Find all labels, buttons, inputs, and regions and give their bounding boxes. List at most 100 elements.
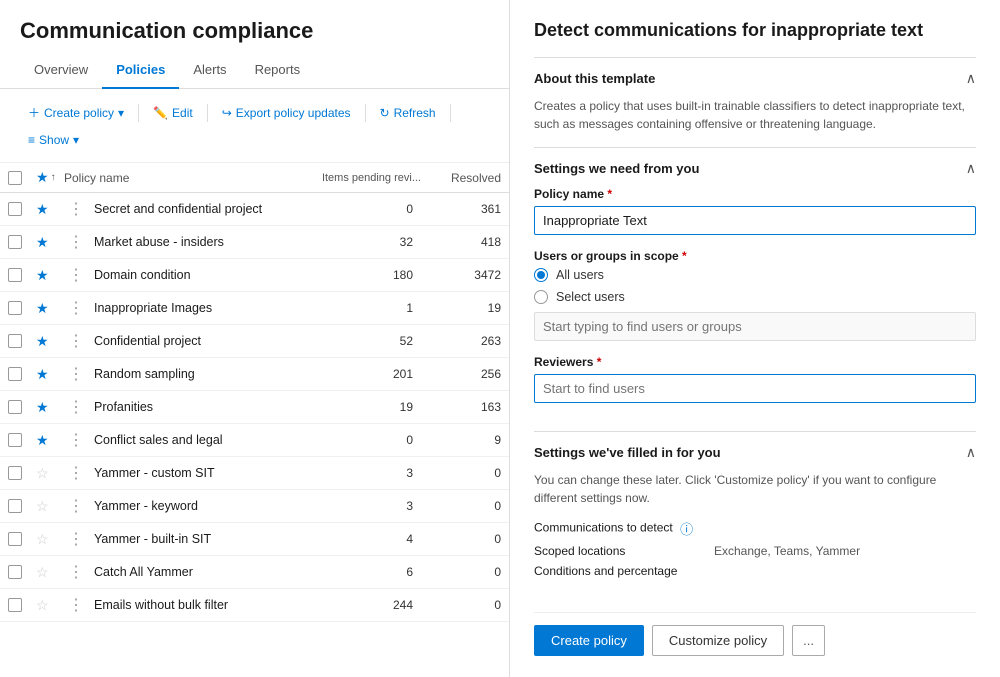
row-checkbox[interactable] <box>8 268 36 282</box>
required-marker-2: * <box>682 249 687 263</box>
row-checkbox[interactable] <box>8 202 36 216</box>
row-star[interactable]: ★ <box>36 234 64 251</box>
all-users-radio-circle[interactable] <box>534 268 548 282</box>
table-row[interactable]: ★ ⋮ Random sampling 201 256 <box>0 358 509 391</box>
star-empty-icon[interactable]: ☆ <box>36 465 49 481</box>
row-star[interactable]: ★ <box>36 267 64 284</box>
policy-name-header[interactable]: Policy name <box>64 171 291 185</box>
table-row[interactable]: ☆ ⋮ Yammer - built-in SIT 4 0 <box>0 523 509 556</box>
row-star[interactable]: ★ <box>36 432 64 449</box>
table-row[interactable]: ☆ ⋮ Yammer - keyword 3 0 <box>0 490 509 523</box>
tab-overview[interactable]: Overview <box>20 52 102 89</box>
create-policy-submit-button[interactable]: Create policy <box>534 625 644 656</box>
all-users-radio[interactable]: All users <box>534 268 976 282</box>
row-more-icon[interactable]: ⋮ <box>64 232 88 252</box>
row-checkbox[interactable] <box>8 367 36 381</box>
about-section-content: Creates a policy that uses built-in trai… <box>534 97 976 147</box>
refresh-button[interactable]: ↻ Refresh <box>372 101 444 125</box>
list-icon: ≡ <box>28 133 35 147</box>
policy-name-label: Policy name * <box>534 187 976 201</box>
row-checkbox[interactable] <box>8 334 36 348</box>
tab-alerts[interactable]: Alerts <box>179 52 240 89</box>
row-star[interactable]: ☆ <box>36 531 64 548</box>
row-more-icon[interactable]: ⋮ <box>64 595 88 615</box>
about-section-header[interactable]: About this template ∧ <box>534 58 976 97</box>
row-checkbox[interactable] <box>8 235 36 249</box>
star-empty-icon[interactable]: ☆ <box>36 564 49 580</box>
star-filled-icon[interactable]: ★ <box>36 201 49 217</box>
row-star[interactable]: ☆ <box>36 498 64 515</box>
table-row[interactable]: ☆ ⋮ Yammer - custom SIT 3 0 <box>0 457 509 490</box>
row-more-icon[interactable]: ⋮ <box>64 397 88 417</box>
star-filled-icon[interactable]: ★ <box>36 333 49 349</box>
star-sort-header[interactable]: ★ ↑ <box>36 169 64 186</box>
star-filled-icon[interactable]: ★ <box>36 300 49 316</box>
table-row[interactable]: ★ ⋮ Confidential project 52 263 <box>0 325 509 358</box>
row-star[interactable]: ★ <box>36 399 64 416</box>
customize-policy-button[interactable]: Customize policy <box>652 625 784 656</box>
row-star[interactable]: ☆ <box>36 597 64 614</box>
select-all-checkbox[interactable] <box>8 171 36 185</box>
tab-reports[interactable]: Reports <box>241 52 315 89</box>
table-row[interactable]: ★ ⋮ Conflict sales and legal 0 9 <box>0 424 509 457</box>
row-checkbox[interactable] <box>8 400 36 414</box>
row-more-icon[interactable]: ⋮ <box>64 265 88 285</box>
create-policy-button[interactable]: ＋ Create policy ▾ <box>20 99 132 126</box>
more-options-button[interactable]: ... <box>792 625 825 656</box>
star-empty-icon[interactable]: ☆ <box>36 531 49 547</box>
row-star[interactable]: ★ <box>36 300 64 317</box>
policy-name-input[interactable] <box>534 206 976 235</box>
row-checkbox[interactable] <box>8 466 36 480</box>
row-more-icon[interactable]: ⋮ <box>64 496 88 516</box>
row-more-icon[interactable]: ⋮ <box>64 463 88 483</box>
table-row[interactable]: ★ ⋮ Domain condition 180 3472 <box>0 259 509 292</box>
table-row[interactable]: ☆ ⋮ Catch All Yammer 6 0 <box>0 556 509 589</box>
row-more-icon[interactable]: ⋮ <box>64 298 88 318</box>
users-search-input[interactable] <box>534 312 976 341</box>
row-star[interactable]: ★ <box>36 366 64 383</box>
star-filled-icon[interactable]: ★ <box>36 267 49 283</box>
row-star[interactable]: ★ <box>36 333 64 350</box>
row-more-icon[interactable]: ⋮ <box>64 430 88 450</box>
row-more-icon[interactable]: ⋮ <box>64 364 88 384</box>
info-icon[interactable]: ⓘ <box>680 522 693 537</box>
row-checkbox[interactable] <box>8 598 36 612</box>
table-row[interactable]: ★ ⋮ Inappropriate Images 1 19 <box>0 292 509 325</box>
export-button[interactable]: ↪ Export policy updates <box>214 101 359 125</box>
row-checkbox[interactable] <box>8 532 36 546</box>
policy-name-cell: Emails without bulk filter <box>94 598 228 612</box>
table-row[interactable]: ☆ ⋮ Emails without bulk filter 244 0 <box>0 589 509 622</box>
settings-section-header[interactable]: Settings we need from you ∧ <box>534 148 976 187</box>
reviewers-input[interactable] <box>534 374 976 403</box>
row-star[interactable]: ☆ <box>36 564 64 581</box>
star-empty-icon[interactable]: ☆ <box>36 597 49 613</box>
star-filled-icon[interactable]: ★ <box>36 432 49 448</box>
filled-section-header[interactable]: Settings we've filled in for you ∧ <box>534 432 976 471</box>
select-users-radio-circle[interactable] <box>534 290 548 304</box>
policy-name-cell: Random sampling <box>94 367 195 381</box>
table-row[interactable]: ★ ⋮ Secret and confidential project 0 36… <box>0 193 509 226</box>
star-filled-icon[interactable]: ★ <box>36 366 49 382</box>
row-star[interactable]: ★ <box>36 201 64 218</box>
row-checkbox[interactable] <box>8 433 36 447</box>
row-checkbox[interactable] <box>8 499 36 513</box>
row-more-icon[interactable]: ⋮ <box>64 529 88 549</box>
star-filled-icon[interactable]: ★ <box>36 234 49 250</box>
row-more-icon[interactable]: ⋮ <box>64 562 88 582</box>
show-button[interactable]: ≡ Show ▾ <box>20 128 87 152</box>
resolved-cell: 0 <box>421 532 501 546</box>
row-more-icon[interactable]: ⋮ <box>64 331 88 351</box>
policy-name-cell: Yammer - built-in SIT <box>94 532 211 546</box>
row-checkbox[interactable] <box>8 301 36 315</box>
select-users-radio[interactable]: Select users <box>534 290 976 304</box>
table-row[interactable]: ★ ⋮ Market abuse - insiders 32 418 <box>0 226 509 259</box>
row-checkbox[interactable] <box>8 565 36 579</box>
table-row[interactable]: ★ ⋮ Profanities 19 163 <box>0 391 509 424</box>
star-filled-icon[interactable]: ★ <box>36 399 49 415</box>
row-more-icon[interactable]: ⋮ <box>64 199 88 219</box>
row-star[interactable]: ☆ <box>36 465 64 482</box>
star-empty-icon[interactable]: ☆ <box>36 498 49 514</box>
tab-policies[interactable]: Policies <box>102 52 179 89</box>
about-desc: Creates a policy that uses built-in trai… <box>534 97 976 133</box>
edit-button[interactable]: ✏️ Edit <box>145 101 201 125</box>
